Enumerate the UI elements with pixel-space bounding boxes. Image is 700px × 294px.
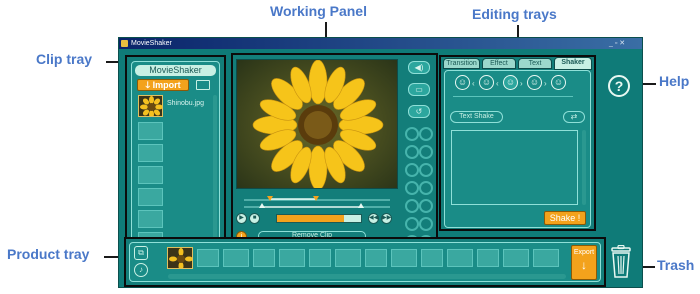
callout-product-tray: Product tray (7, 246, 90, 262)
music-icon[interactable]: ♪ (134, 263, 148, 277)
app-icon (121, 40, 128, 47)
product-slot[interactable] (253, 249, 275, 267)
clip-thumbnail[interactable] (138, 95, 163, 117)
product-slot[interactable] (503, 249, 529, 267)
shake-button[interactable]: Shake ! (544, 211, 586, 225)
shake-level-face-icon[interactable]: ☺ (455, 75, 470, 90)
clip-slot[interactable] (138, 188, 163, 206)
rewind-icon[interactable]: ◀◀ (368, 213, 379, 224)
help-icon[interactable]: ? (608, 75, 630, 97)
effect-ring (405, 181, 419, 195)
play-icon[interactable]: ▶ (236, 213, 247, 224)
tab-transition[interactable]: Transition (443, 58, 480, 69)
tab-effect[interactable]: Effect (482, 58, 516, 69)
effect-ring (419, 181, 433, 195)
view-toggle-icon[interactable] (196, 80, 210, 90)
product-slot[interactable] (223, 249, 249, 267)
export-button[interactable]: Export ↓ (571, 245, 597, 280)
product-slot[interactable] (365, 249, 387, 267)
product-slot[interactable] (309, 249, 331, 267)
effect-ring (405, 217, 419, 231)
export-label: Export (573, 249, 595, 256)
forward-icon[interactable]: ▶▶ (381, 213, 392, 224)
product-tray-panel: ⧉ ♪ Export ↓ (129, 242, 601, 282)
preview-monitor (236, 59, 398, 189)
tab-text[interactable]: Text (518, 58, 552, 69)
playback-progress-fill (277, 215, 345, 222)
text-shake-field[interactable]: Text Shake (450, 111, 503, 123)
shake-level-face-icon[interactable]: ☺ (551, 75, 566, 90)
shaker-tray-panel: ☺ ‹ ☺ ‹ ☺ › ☺ › ☺ Text Shake ⇄ Shake ! (444, 70, 591, 228)
movieshaker-window: MovieShaker _ ▫ ✕ MovieShaker 🡓 Import S… (118, 37, 643, 288)
clip-slot[interactable] (138, 122, 163, 140)
clip-tray-panel: MovieShaker 🡓 Import Shinobu.jpg (131, 61, 220, 261)
sunflower-preview-image (237, 60, 397, 188)
volume-icon[interactable]: ◀) (408, 61, 430, 74)
product-slot[interactable] (477, 249, 499, 267)
shake-level-face-icon[interactable]: ☺ (527, 75, 542, 90)
fullscreen-icon[interactable]: ▭ (408, 83, 430, 96)
arrow-icon: › (520, 79, 523, 88)
effect-ring (419, 217, 433, 231)
shake-level-face-icon[interactable]: ☺ (503, 75, 518, 90)
window-title: MovieShaker (131, 40, 172, 47)
rotate-icon[interactable]: ↺ (408, 105, 430, 118)
effect-ring (405, 145, 419, 159)
effect-ring (405, 127, 419, 141)
arrow-icon: ‹ (496, 79, 499, 88)
effect-ring (405, 199, 419, 213)
arrow-icon: ‹ (472, 79, 475, 88)
effect-ring (419, 163, 433, 177)
product-clip-thumbnail[interactable] (167, 247, 193, 269)
window-controls[interactable]: _ ▫ ✕ (609, 38, 625, 49)
clip-slot[interactable] (138, 166, 163, 184)
clip-filename: Shinobu.jpg (167, 100, 204, 107)
effect-ring (419, 145, 433, 159)
trim-bar[interactable] (236, 195, 398, 209)
callout-help: Help (659, 73, 690, 89)
arrow-icon: › (544, 79, 547, 88)
editing-trays: Transition Effect Text Shaker ☺ ‹ ☺ ‹ ☺ … (439, 55, 596, 231)
clip-tray-scrollbar[interactable] (213, 95, 217, 258)
transport-controls: ▶ ■ ◀◀ ▶▶ (236, 213, 398, 225)
product-tray: ⧉ ♪ Export ↓ (124, 237, 606, 287)
product-view-icon[interactable]: ⧉ (134, 246, 148, 260)
product-slot[interactable] (391, 249, 417, 267)
shake-level-track (453, 96, 573, 97)
product-slot[interactable] (279, 249, 305, 267)
effect-ring (405, 163, 419, 177)
import-button[interactable]: 🡓 Import (137, 79, 189, 91)
export-arrow-icon: ↓ (581, 258, 587, 272)
callout-editing-trays: Editing trays (472, 6, 557, 22)
callout-working-panel: Working Panel (270, 3, 367, 19)
product-slot[interactable] (421, 249, 443, 267)
product-slot[interactable] (335, 249, 361, 267)
refresh-icon[interactable]: ⇄ (563, 111, 585, 123)
clip-slot[interactable] (138, 144, 163, 162)
playback-progress[interactable] (276, 214, 362, 223)
import-label: Import (152, 80, 181, 90)
stop-icon[interactable]: ■ (249, 213, 260, 224)
effect-ring (419, 127, 433, 141)
clip-slot[interactable] (138, 210, 163, 228)
shake-text-area[interactable] (451, 130, 578, 205)
sunflower-icon (168, 248, 192, 268)
product-tray-scrollbar[interactable] (168, 274, 566, 279)
effect-ring (419, 199, 433, 213)
shake-text-scrollbar[interactable] (582, 130, 586, 205)
trash-icon[interactable] (609, 245, 633, 279)
clip-tray-header: MovieShaker (135, 65, 216, 76)
tab-shaker[interactable]: Shaker (554, 57, 592, 70)
callout-clip-tray: Clip tray (36, 51, 93, 67)
product-slot[interactable] (447, 249, 473, 267)
import-arrow-icon: 🡓 (145, 80, 151, 90)
product-slot[interactable] (197, 249, 219, 267)
callout-trash: Trash (657, 257, 695, 273)
sunflower-icon (139, 96, 162, 116)
product-slot[interactable] (533, 249, 559, 267)
title-bar: MovieShaker _ ▫ ✕ (119, 38, 642, 49)
shake-level-face-icon[interactable]: ☺ (479, 75, 494, 90)
